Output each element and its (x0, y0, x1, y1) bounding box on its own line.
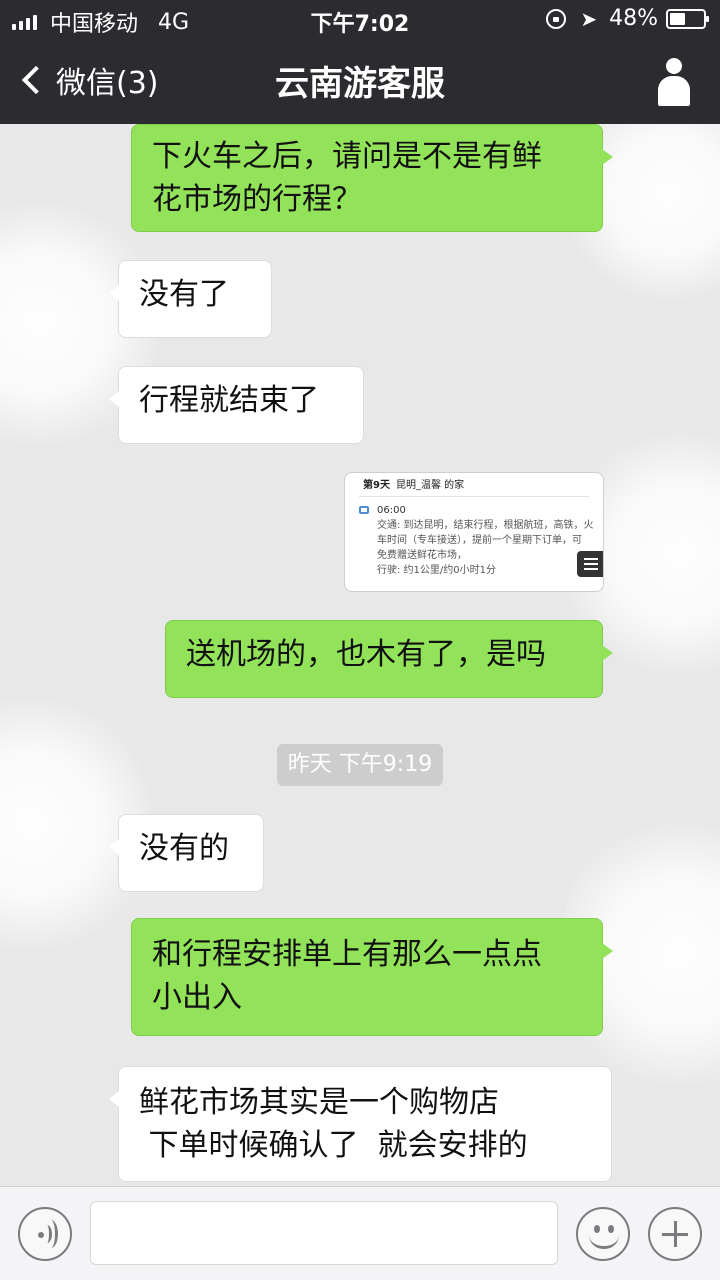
message-bubble-outgoing[interactable]: 送机场的，也木有了，是吗 (165, 620, 613, 698)
message-input[interactable] (90, 1201, 558, 1265)
itinerary-detail: 交通: 到达昆明，结束行程，根据航班，高铁，火 车时间（专车接送），提前一个星期… (377, 518, 601, 578)
list-icon (577, 551, 603, 577)
divider (359, 496, 589, 497)
detail-line: 行驶: 约1公里/约0小时1分 (377, 565, 497, 576)
battery-percent: 48% (609, 6, 658, 31)
battery-icon (666, 8, 709, 29)
nav-bar: 微信(3) 云南游客服 (0, 44, 720, 120)
location-arrow-icon: ➤ (580, 6, 598, 31)
car-icon (359, 506, 369, 514)
detail-line: 交通: 到达昆明，结束行程，根据航班，高铁，火 (377, 520, 594, 531)
message-line: 鲜花市场其实是一个购物店 (139, 1085, 499, 1120)
profile-icon[interactable] (654, 58, 694, 106)
emoji-button[interactable] (576, 1207, 630, 1261)
detail-line: 车时间（专车接送），提前一个星期下订单，可 (377, 535, 582, 546)
message-bubble-outgoing[interactable]: 和行程安排单上有那么一点点 小出入 (131, 918, 613, 1036)
chat-area[interactable]: 下火车之后，请问是不是有鲜 花市场的行程？ 没有了 行程就结束了 第9天 昆明_温… (0, 124, 720, 1186)
header: 中国移动 4G 下午7:02 ➤ 48% 微信(3) 云南游客服 (0, 0, 720, 124)
message-line: 没有的 (139, 831, 229, 866)
message-bubble-incoming[interactable]: 没有了 (109, 260, 272, 338)
message-bubble-incoming[interactable]: 行程就结束了 (109, 366, 364, 444)
message-line: 行程就结束了 (139, 383, 319, 418)
voice-input-button[interactable] (18, 1207, 72, 1261)
more-options-button[interactable] (648, 1207, 702, 1261)
message-line: 下单时候确认了 就会安排的 (139, 1128, 528, 1163)
message-bubble-incoming[interactable]: 没有的 (109, 814, 264, 892)
message-line: 小出入 (152, 980, 242, 1015)
rotation-lock-icon (546, 8, 567, 29)
itinerary-image-message[interactable]: 第9天 昆明_温馨 的家 06:00 交通: 到达昆明，结束行程，根据航班，高铁，… (344, 472, 604, 592)
message-line: 和行程安排单上有那么一点点 (152, 937, 542, 972)
message-line: 下火车之后，请问是不是有鲜 (152, 139, 542, 174)
message-bubble-incoming[interactable]: 鲜花市场其实是一个购物店 下单时候确认了 就会安排的 (109, 1066, 612, 1182)
message-line: 花市场的行程？ (152, 182, 362, 217)
chat-title: 云南游客服 (275, 64, 445, 104)
message-line: 没有了 (139, 277, 229, 312)
message-timestamp: 昨天 下午9:19 (277, 744, 443, 786)
status-right: ➤ 48% (546, 6, 709, 31)
input-bar (0, 1186, 720, 1280)
detail-line: 免费赠送鲜花市场， (377, 550, 467, 561)
status-bar: 中国移动 4G 下午7:02 ➤ 48% (0, 0, 720, 40)
message-line: 送机场的，也木有了，是吗 (186, 637, 546, 672)
message-bubble-outgoing[interactable]: 下火车之后，请问是不是有鲜 花市场的行程？ (131, 124, 613, 232)
itinerary-day: 第9天 昆明_温馨 的家 (363, 480, 465, 491)
itinerary-time: 06:00 (377, 505, 406, 516)
